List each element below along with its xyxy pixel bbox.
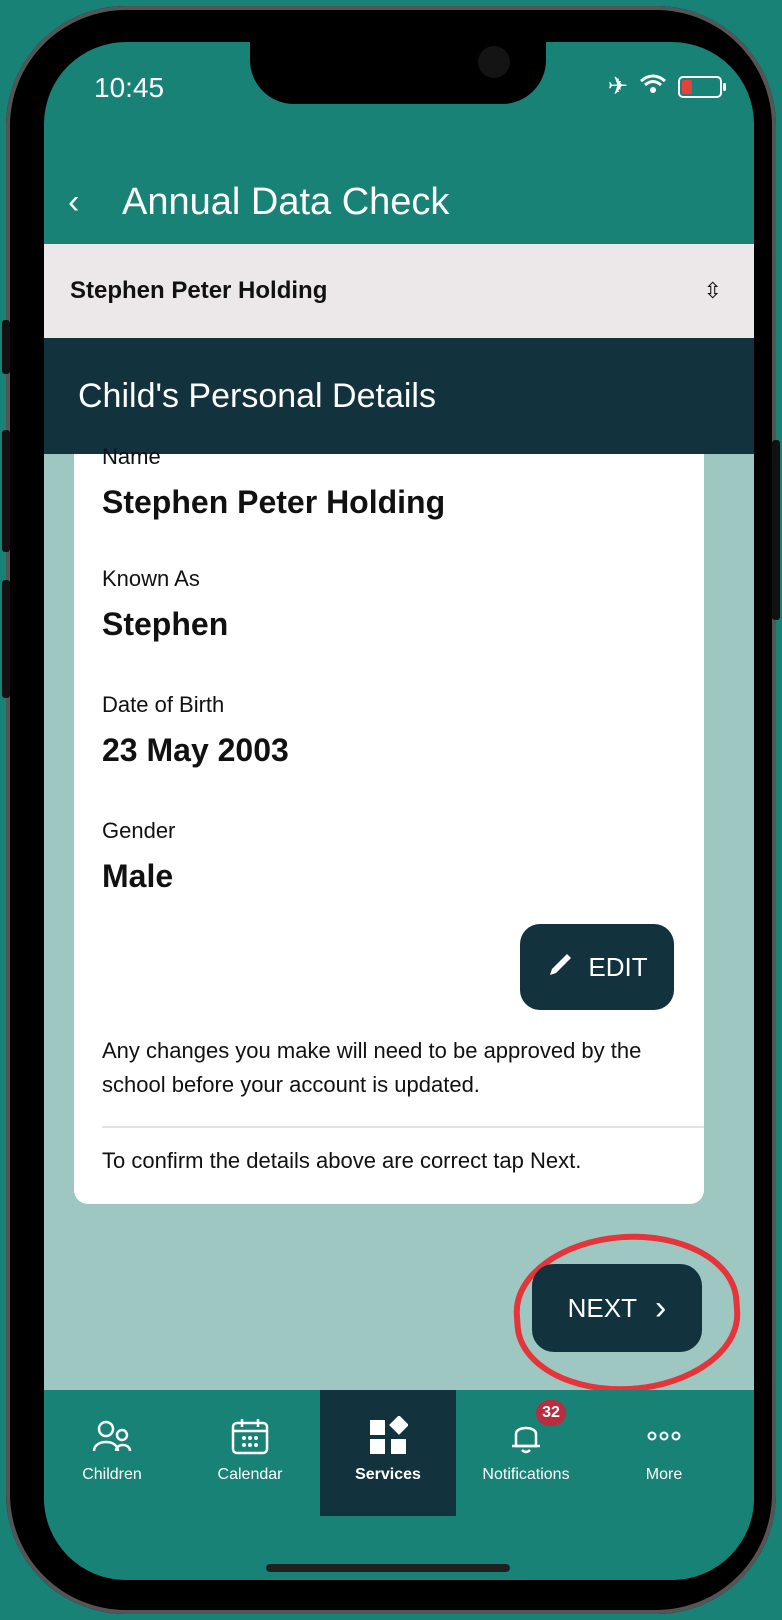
section-title: Child's Personal Details <box>78 376 436 415</box>
status-time: 10:45 <box>94 72 165 103</box>
gender-label: Gender <box>102 818 176 843</box>
card-divider <box>102 1126 704 1128</box>
mute-button <box>2 320 10 374</box>
phone-screen: 10:45 ✈ ‹ Annual Data Check Stephen Pete… <box>44 42 754 1580</box>
person-icon <box>84 1408 140 1464</box>
nav-item-notifications[interactable]: 32 Notifications <box>458 1390 594 1516</box>
section-header: Child's Personal Details <box>44 338 754 454</box>
home-indicator <box>266 1564 510 1572</box>
chevron-right-icon: › <box>655 1289 667 1327</box>
top-bar: ‹ Annual Data Check <box>44 162 754 242</box>
airplane-icon: ✈ <box>607 73 628 100</box>
known-as-label: Known As <box>102 566 200 591</box>
next-button[interactable]: NEXT › <box>532 1264 702 1352</box>
battery-icon <box>678 75 726 98</box>
name-value: Stephen Peter Holding <box>102 484 446 520</box>
volume-up-button <box>2 430 10 552</box>
nav-label-notifications: Notifications <box>482 1466 570 1483</box>
confirm-note: To confirm the details above are correct… <box>102 1148 582 1173</box>
known-as-value: Stephen <box>102 606 229 642</box>
calendar-icon <box>222 1408 278 1464</box>
nav-label-services: Services <box>355 1466 421 1483</box>
bottom-nav: Children Calendar Services 32 Notificati… <box>44 1390 754 1580</box>
nav-label-calendar: Calendar <box>217 1466 283 1483</box>
details-card: Name Stephen Peter Holding Known As Step… <box>74 444 704 1204</box>
next-label: NEXT <box>567 1292 637 1323</box>
dob-value: 23 May 2003 <box>102 732 289 768</box>
nav-label-children: Children <box>82 1466 142 1483</box>
nav-item-services[interactable]: Services <box>320 1390 456 1516</box>
notch <box>250 42 546 104</box>
services-icon <box>360 1408 416 1464</box>
selector-value: Stephen Peter Holding <box>70 277 328 304</box>
volume-down-button <box>2 580 10 698</box>
approval-note: Any changes you make will need to be app… <box>102 1038 642 1097</box>
status-icons: ✈ <box>607 72 726 101</box>
page-title: Annual Data Check <box>122 180 450 223</box>
nav-item-calendar[interactable]: Calendar <box>182 1390 318 1516</box>
name-label: Name <box>102 444 161 469</box>
content-area[interactable]: Name Stephen Peter Holding Known As Step… <box>44 444 754 1400</box>
back-arrow-icon[interactable]: ‹ <box>68 183 112 222</box>
pencil-icon <box>546 949 576 986</box>
nav-item-children[interactable]: Children <box>44 1390 180 1516</box>
wifi-icon <box>640 74 666 99</box>
chevron-up-down-icon: ⇳ <box>703 278 722 303</box>
child-selector[interactable]: Stephen Peter Holding ⇳ <box>44 244 754 338</box>
nav-item-more[interactable]: More <box>596 1390 732 1516</box>
more-icon <box>636 1408 692 1464</box>
edit-button[interactable]: EDIT <box>520 924 674 1010</box>
camera <box>478 46 510 78</box>
nav-label-more: More <box>645 1466 683 1483</box>
side-button <box>772 440 780 620</box>
dob-label: Date of Birth <box>102 692 225 717</box>
notification-badge: 32 <box>536 1400 566 1426</box>
gender-value: Male <box>102 858 174 894</box>
edit-label: EDIT <box>588 951 648 982</box>
